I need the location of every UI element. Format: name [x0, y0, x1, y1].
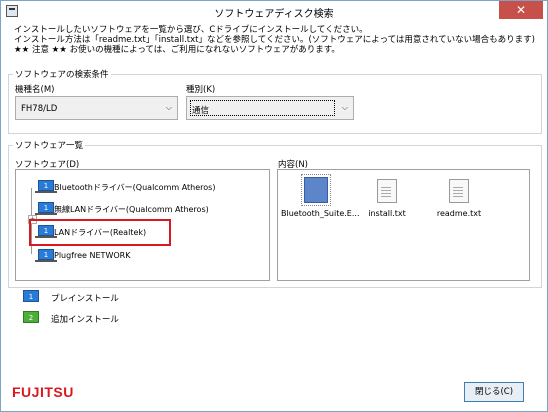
model-select[interactable]: FH78/LD ⌵ — [15, 96, 178, 120]
preinstall-icon: 1 — [35, 180, 57, 193]
type-label: 種別(K) — [186, 85, 216, 95]
file-name: install.txt — [368, 209, 406, 218]
instruction-line-3: ★★ 注意 ★★ お使いの機種によっては、ご利用になれないソフトウェアがあります… — [14, 45, 340, 55]
model-label: 機種名(M) — [15, 85, 55, 95]
preinstall-icon: 1 — [35, 202, 57, 215]
close-icon[interactable]: ✕ — [499, 1, 543, 19]
instruction-line-1: インストールしたいソフトウェアを一覧から選び、Cドライブにインストールしてくださ… — [14, 25, 368, 35]
type-value: 通信 — [192, 106, 210, 116]
text-file-icon — [449, 179, 469, 203]
tree-item[interactable]: 1 Bluetoothドライバー(Qualcomm Atheros) — [16, 178, 256, 196]
tree-item-label: Plugfree NETWORK — [54, 251, 131, 260]
tree-item-label: Bluetoothドライバー(Qualcomm Atheros) — [54, 183, 216, 192]
legend-label: 追加インストール — [51, 315, 119, 325]
file-item[interactable]: readme.txt — [424, 179, 494, 218]
tree-item[interactable]: 1 無線LANドライバー(Qualcomm Atheros) — [16, 200, 256, 218]
text-file-icon — [377, 179, 397, 203]
tree-item-label: 無線LANドライバー(Qualcomm Atheros) — [54, 205, 209, 214]
software-disk-search-window: ソフトウェアディスク検索 ✕ インストールしたいソフトウェアを一覧から選び、Cド… — [0, 0, 548, 412]
chevron-down-icon: ⌵ — [341, 103, 348, 112]
preinstall-icon: 1 — [35, 249, 57, 262]
file-name: readme.txt — [436, 209, 482, 218]
chevron-down-icon: ⌵ — [165, 103, 172, 112]
preinstall-icon: 1 — [23, 290, 39, 302]
content-list[interactable]: Bluetooth_Suite.E... install.txt readme.… — [277, 169, 530, 281]
legend-label: プレインストール — [51, 294, 119, 304]
search-conditions-title: ソフトウェアの検索条件 — [13, 68, 111, 80]
installer-icon — [301, 174, 331, 206]
title-bar: ソフトウェアディスク検索 ✕ — [1, 1, 547, 21]
file-item[interactable]: Bluetooth_Suite.E... — [281, 174, 360, 218]
file-item[interactable]: install.txt — [352, 179, 422, 218]
tree-item[interactable]: 1 Plugfree NETWORK — [16, 247, 256, 265]
software-list-title: ソフトウェア一覧 — [13, 139, 86, 151]
fujitsu-logo: FUJITSU — [12, 384, 74, 400]
highlight-box — [29, 219, 171, 246]
additional-install-icon: 2 — [23, 311, 39, 323]
instruction-line-2: インストール方法は「readme.txt」「install.txt」などを参照し… — [14, 35, 535, 45]
type-select[interactable]: 通信 ⌵ — [186, 96, 354, 120]
file-name: Bluetooth_Suite.E... — [281, 209, 360, 218]
focus-rect — [190, 100, 335, 116]
close-button[interactable]: 閉じる(C) — [464, 382, 524, 402]
model-value: FH78/LD — [21, 104, 58, 114]
window-title: ソフトウェアディスク検索 — [214, 9, 334, 20]
